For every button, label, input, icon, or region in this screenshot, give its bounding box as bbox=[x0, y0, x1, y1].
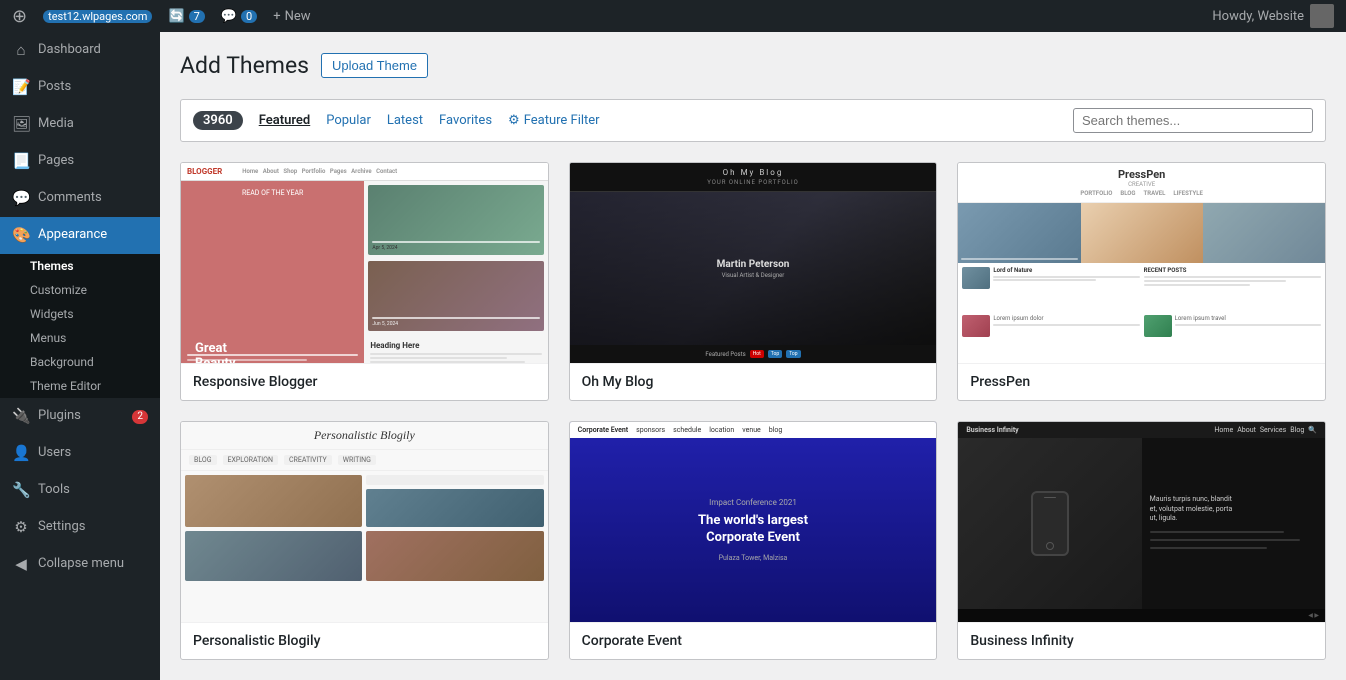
appearance-icon: 🎨 bbox=[12, 225, 30, 246]
theme-count: 3960 bbox=[193, 111, 243, 130]
theme-preview-presspen: PressPen CREATIVE PORTFOLIOBLOGTRAVELLIF… bbox=[958, 163, 1325, 363]
howdy-menu[interactable]: Howdy, Website bbox=[1212, 4, 1334, 28]
sidebar-item-plugins[interactable]: 🔌 Plugins 2 bbox=[0, 398, 160, 435]
sidebar-item-settings[interactable]: ⚙ Settings bbox=[0, 509, 160, 546]
sidebar-item-appearance[interactable]: 🎨 Appearance bbox=[0, 217, 160, 254]
theme-card-responsive-blogger[interactable]: BLOGGER Home About Shop Portfolio Pages … bbox=[180, 162, 549, 401]
wp-logo-icon[interactable]: ⊕ bbox=[12, 6, 27, 27]
comments-link[interactable]: 💬 0 bbox=[221, 9, 257, 24]
theme-name-responsive-blogger: Responsive Blogger bbox=[181, 363, 548, 400]
theme-card-presspen[interactable]: PressPen CREATIVE PORTFOLIOBLOGTRAVELLIF… bbox=[957, 162, 1326, 401]
collapse-icon: ◀ bbox=[12, 554, 30, 575]
sidebar-item-tools[interactable]: 🔧 Tools bbox=[0, 472, 160, 509]
theme-name-corporate-event: Corporate Event bbox=[570, 622, 937, 659]
page-title: Add Themes bbox=[180, 52, 309, 79]
updates-link[interactable]: 🔄 7 bbox=[168, 9, 204, 24]
feature-filter-button[interactable]: ⚙ Feature Filter bbox=[508, 113, 600, 128]
sidebar-item-users[interactable]: 👤 Users bbox=[0, 435, 160, 472]
themes-grid: BLOGGER Home About Shop Portfolio Pages … bbox=[180, 162, 1326, 660]
pages-icon: 📃 bbox=[12, 151, 30, 172]
theme-card-oh-my-blog[interactable]: Oh My BlogYOUR ONLINE PORTFOLIO Martin P… bbox=[569, 162, 938, 401]
submenu-item-customize[interactable]: Customize bbox=[0, 278, 160, 302]
page-header: Add Themes Upload Theme bbox=[180, 52, 1326, 79]
gear-icon: ⚙ bbox=[508, 113, 520, 128]
theme-card-personalistic-blogily[interactable]: Personalistic Blogily BLOG EXPLORATION C… bbox=[180, 421, 549, 660]
dashboard-icon: ⌂ bbox=[12, 40, 30, 61]
upload-theme-button[interactable]: Upload Theme bbox=[321, 53, 428, 78]
sidebar-item-media[interactable]: 🖼 Media bbox=[0, 106, 160, 143]
search-input[interactable] bbox=[1073, 108, 1313, 133]
filter-bar: 3960 Featured Popular Latest Favorites ⚙… bbox=[180, 99, 1326, 142]
submenu-item-menus[interactable]: Menus bbox=[0, 326, 160, 350]
tools-icon: 🔧 bbox=[12, 480, 30, 501]
settings-icon: ⚙ bbox=[12, 517, 30, 538]
sidebar-item-dashboard[interactable]: ⌂ Dashboard bbox=[0, 32, 160, 69]
avatar bbox=[1310, 4, 1334, 28]
sidebar-item-collapse[interactable]: ◀ Collapse menu bbox=[0, 546, 160, 583]
submenu-item-themes[interactable]: Themes bbox=[0, 254, 160, 278]
sidebar-item-comments[interactable]: 💬 Comments bbox=[0, 180, 160, 217]
users-icon: 👤 bbox=[12, 443, 30, 464]
filter-popular[interactable]: Popular bbox=[326, 113, 371, 128]
theme-preview-responsive-blogger: BLOGGER Home About Shop Portfolio Pages … bbox=[181, 163, 548, 363]
theme-preview-corporate-event: Corporate Event sponsorsschedulelocation… bbox=[570, 422, 937, 622]
comments-icon: 💬 bbox=[12, 188, 30, 209]
media-icon: 🖼 bbox=[12, 114, 30, 135]
theme-name-oh-my-blog: Oh My Blog bbox=[570, 363, 937, 400]
filter-featured[interactable]: Featured bbox=[259, 113, 311, 128]
sidebar-item-pages[interactable]: 📃 Pages bbox=[0, 143, 160, 180]
theme-name-business-infinity: Business Infinity bbox=[958, 622, 1325, 659]
posts-icon: 📝 bbox=[12, 77, 30, 98]
filter-latest[interactable]: Latest bbox=[387, 113, 423, 128]
plugins-badge: 2 bbox=[132, 410, 148, 424]
new-content-link[interactable]: New bbox=[273, 9, 310, 24]
theme-card-business-infinity[interactable]: Business Infinity HomeAboutServicesBlog … bbox=[957, 421, 1326, 660]
submenu-item-theme-editor[interactable]: Theme Editor bbox=[0, 374, 160, 398]
plugins-icon: 🔌 bbox=[12, 406, 30, 427]
theme-preview-oh-my-blog: Oh My BlogYOUR ONLINE PORTFOLIO Martin P… bbox=[570, 163, 937, 363]
sidebar: ⌂ Dashboard 📝 Posts 🖼 Media 📃 Pages 💬 Co… bbox=[0, 32, 160, 680]
site-name[interactable]: test12.wlpages.com bbox=[43, 10, 152, 23]
filter-favorites[interactable]: Favorites bbox=[439, 113, 492, 128]
submenu-item-background[interactable]: Background bbox=[0, 350, 160, 374]
main-content: Add Themes Upload Theme 3960 Featured Po… bbox=[160, 32, 1346, 680]
submenu-item-widgets[interactable]: Widgets bbox=[0, 302, 160, 326]
sidebar-item-posts[interactable]: 📝 Posts bbox=[0, 69, 160, 106]
appearance-submenu: Themes Customize Widgets Menus Backgroun… bbox=[0, 254, 160, 398]
theme-name-personalistic-blogily: Personalistic Blogily bbox=[181, 622, 548, 659]
theme-preview-personalistic-blogily: Personalistic Blogily BLOG EXPLORATION C… bbox=[181, 422, 548, 622]
theme-preview-business-infinity: Business Infinity HomeAboutServicesBlog … bbox=[958, 422, 1325, 622]
admin-bar: ⊕ test12.wlpages.com 🔄 7 💬 0 New Howdy, … bbox=[0, 0, 1346, 32]
theme-card-corporate-event[interactable]: Corporate Event sponsorsschedulelocation… bbox=[569, 421, 938, 660]
theme-name-presspen: PressPen bbox=[958, 363, 1325, 400]
